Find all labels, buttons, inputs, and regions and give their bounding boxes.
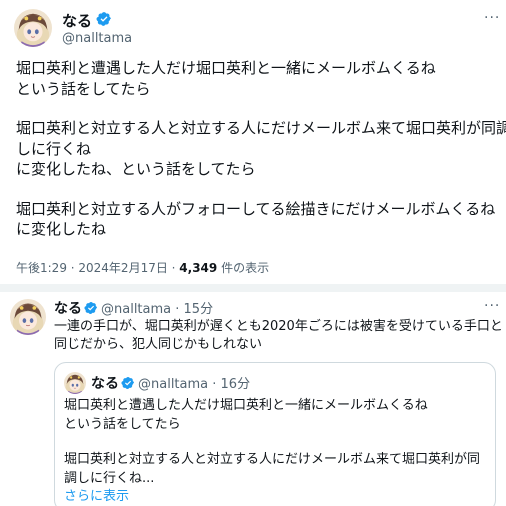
verified-badge-icon [84, 301, 98, 315]
quote-line: という話をしてたら [64, 416, 181, 432]
quote-text: 堀口英利と遭遇した人だけ堀口英利と一緒にメールボムくるね という話をしてたら 堀… [64, 397, 490, 506]
reply-header: なる @nalltama · 15分 [54, 298, 213, 318]
display-name[interactable]: なる [54, 301, 82, 317]
avatar[interactable] [10, 299, 46, 335]
tweet-meta: 午後1:29 · 2024年2月17日 · 4,349 件の表示 [16, 259, 269, 276]
avatar [64, 372, 86, 394]
tweet-line: 堀口英利と対立する人がフォローしてる絵描きにだけメールボムくるね [16, 199, 496, 218]
view-count: 4,349 [179, 261, 218, 275]
quoted-tweet[interactable]: なる @nalltama · 16分 堀口英利と遭遇した人だけ堀口英利と一緒にメー… [54, 362, 496, 506]
timestamp[interactable]: 午後1:29 · 2024年2月17日 · [16, 261, 179, 275]
tweet-text: 堀口英利と遭遇した人だけ堀口英利と一緒にメールボムくるね という話をしてたら 堀… [16, 58, 506, 240]
tweet-line: 堀口英利と対立する人と対立する人にだけメールボム来て堀口英利が同調 [16, 119, 506, 137]
show-more-link[interactable]: さらに表示 [64, 488, 490, 506]
verified-badge-icon [96, 11, 112, 27]
verified-badge-icon [121, 376, 135, 390]
tweet-line: 堀口英利と遭遇した人だけ堀口英利と一緒にメールボムくるね [16, 59, 436, 77]
more-options-icon[interactable]: ··· [484, 298, 500, 314]
display-name[interactable]: なる [62, 10, 92, 31]
tweet-line: に変化したね [16, 220, 107, 238]
quote-line: 調しに行くね... [64, 470, 155, 486]
quote-line: 堀口英利と対立する人と対立する人にだけメールボム来て堀口英利が同 [64, 452, 481, 467]
avatar[interactable] [14, 9, 52, 47]
relative-time: · 16分 [212, 377, 251, 392]
tweet-line: という話をしてたら [16, 79, 151, 98]
tweet-text: 一連の手口が、堀口英利が遅くとも2020年ごろには被害を受けている手口と 同じだ… [54, 318, 503, 354]
tweet-line: 同じだから、犯人同じかもしれない [54, 337, 263, 352]
main-tweet: なる @nalltama ··· 堀口英利と遭遇した人だけ堀口英利と一緒にメール… [0, 0, 506, 284]
quote-header: なる @nalltama · 16分 [91, 373, 250, 393]
display-name: なる [91, 376, 119, 392]
tweet-line: に変化したね、という話をしてたら [16, 160, 256, 178]
user-handle[interactable]: @nalltama [101, 302, 171, 317]
tweet-line: 一連の手口が、堀口英利が遅くとも2020年ごろには被害を受けている手口と [54, 319, 503, 334]
more-options-icon[interactable]: ··· [484, 10, 500, 26]
tweet-line: しに行くね [16, 139, 92, 158]
quote-line: 堀口英利と遭遇した人だけ堀口英利と一緒にメールボムくるね [64, 398, 428, 413]
relative-time[interactable]: · 15分 [175, 302, 213, 317]
user-handle[interactable]: @nalltama [62, 31, 132, 46]
view-label: 件の表示 [217, 261, 270, 275]
reply-tweet[interactable]: なる @nalltama · 15分 ··· 一連の手口が、堀口英利が遅くとも20… [0, 292, 506, 506]
user-handle: @nalltama [138, 377, 209, 392]
divider [0, 284, 506, 292]
